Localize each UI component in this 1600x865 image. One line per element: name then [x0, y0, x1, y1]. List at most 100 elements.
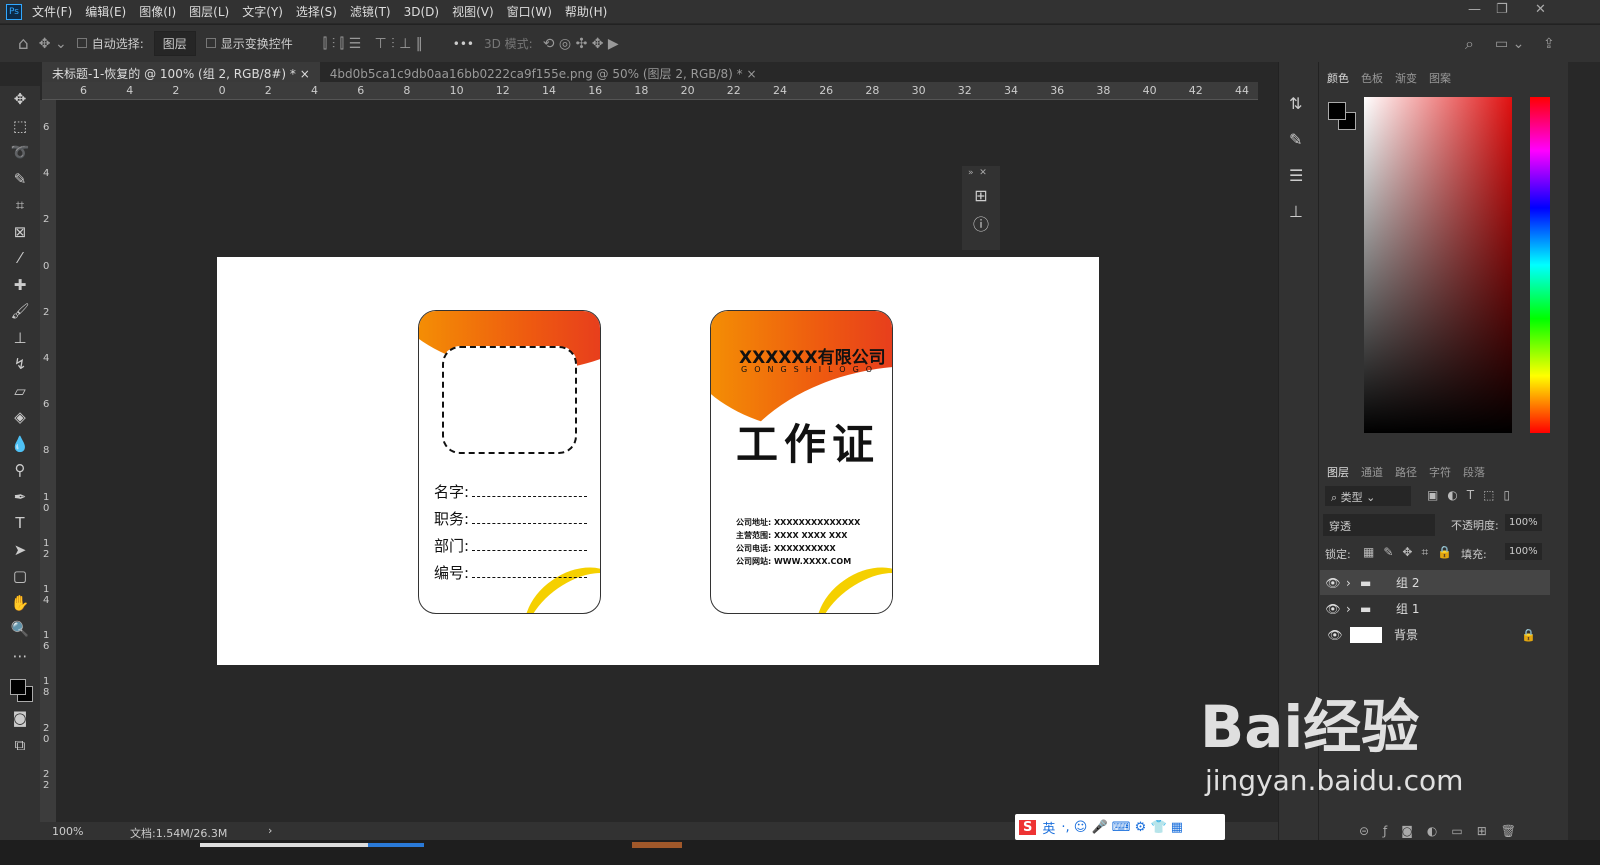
color-panel-tabs: 颜色 色板 渐变 图案	[1319, 62, 1568, 94]
search-icon[interactable]: ⌕	[1465, 34, 1474, 54]
close-tab-icon[interactable]: ×	[747, 67, 757, 81]
menu-select[interactable]: 选择(S)	[296, 3, 337, 20]
hue-slider[interactable]	[1530, 97, 1550, 433]
screen-mode-icon[interactable]: ⧉	[15, 732, 26, 759]
auto-select-checkbox[interactable]: 自动选择:	[76, 35, 144, 52]
foreground-color-swatch[interactable]	[1328, 102, 1346, 120]
document-canvas[interactable]: 名字: 职务: 部门: 编号: XXXXXX有限公司 GONGSHILOGO 工…	[217, 257, 1099, 665]
zoom-level[interactable]: 100%	[52, 825, 83, 838]
menu-edit[interactable]: 编辑(E)	[85, 3, 126, 20]
visibility-eye-icon[interactable]: 👁	[1320, 602, 1346, 616]
status-arrow-icon[interactable]: ›	[268, 824, 272, 837]
layer-row[interactable]: 👁 › ▬ 组 1	[1320, 596, 1550, 621]
home-icon[interactable]: ⌂	[18, 34, 29, 54]
tab-document-2[interactable]: 4bd0b5ca1c9db0aa16bb0222ca9f155e.png @ 5…	[320, 62, 767, 82]
menu-image[interactable]: 图像(I)	[139, 3, 176, 20]
align-icons[interactable]: ⫿ ⫶ ⫿ ☰ ⊤ ⫶ ⊥ ‖	[323, 36, 423, 52]
tab-document-1[interactable]: 未标题-1-恢复的 @ 100% (组 2, RGB/8#) * ×	[42, 62, 320, 82]
blur-tool-icon[interactable]: 💧	[11, 431, 30, 458]
fill-input[interactable]: 100%	[1505, 543, 1542, 560]
zoom-tool-icon[interactable]: 🔍	[11, 616, 30, 643]
tab-channels[interactable]: 通道	[1361, 464, 1383, 480]
hand-tool-icon[interactable]: ✋	[11, 590, 30, 617]
type-tool-icon[interactable]: T	[15, 510, 24, 537]
menu-3d[interactable]: 3D(D)	[404, 5, 439, 19]
ime-tool-icons[interactable]: ·, ☺ 🎤 ⌨ ⚙ 👕 ▦	[1061, 820, 1183, 835]
quick-mask-icon[interactable]: ◙	[13, 705, 28, 732]
tab-character[interactable]: 字符	[1429, 464, 1451, 480]
menu-type[interactable]: 文字(Y)	[242, 3, 283, 20]
eyedropper-tool-icon[interactable]: ⁄	[19, 245, 22, 272]
tab-color[interactable]: 颜色	[1327, 70, 1349, 86]
menu-window[interactable]: 窗口(W)	[507, 3, 552, 20]
frame-tool-icon[interactable]: ⊠	[14, 219, 27, 246]
menu-layer[interactable]: 图层(L)	[189, 3, 229, 20]
layer-row[interactable]: 👁 › ▬ 组 2	[1320, 570, 1550, 595]
path-select-icon[interactable]: ➤	[14, 537, 27, 564]
foreground-color[interactable]	[10, 679, 26, 695]
ime-toolbar[interactable]: S 英 ·, ☺ 🎤 ⌨ ⚙ 👕 ▦	[1015, 814, 1225, 840]
stamp-tool-icon[interactable]: ⊥	[13, 325, 26, 352]
lasso-tool-icon[interactable]: ➰	[11, 139, 30, 166]
layer-select-dropdown[interactable]: 图层	[153, 31, 196, 56]
ruler-tick-label: 18	[634, 84, 649, 97]
badge-front: 名字: 职务: 部门: 编号:	[418, 310, 601, 614]
layer-filter-icons[interactable]: ▣◐T⬚▯	[1427, 488, 1519, 502]
menu-file[interactable]: 文件(F)	[32, 3, 72, 20]
libraries-icon[interactable]: ⊞	[962, 186, 1000, 205]
pen-tool-icon[interactable]: ✒	[14, 484, 27, 511]
close-icon[interactable]: ✕	[1535, 2, 1546, 17]
expand-chevron-icon[interactable]: ›	[1346, 602, 1360, 616]
shape-tool-icon[interactable]: ▢	[13, 563, 27, 590]
visibility-eye-icon[interactable]: 👁	[1320, 576, 1346, 590]
menu-help[interactable]: 帮助(H)	[565, 3, 607, 20]
adjustments-icon[interactable]: ☰	[1289, 158, 1318, 194]
share-icon[interactable]: ⇪	[1543, 36, 1555, 52]
tab-layers[interactable]: 图层	[1327, 464, 1349, 480]
show-transform-checkbox[interactable]: 显示变换控件	[205, 35, 293, 52]
layer-row[interactable]: 👁 背景 🔒	[1320, 622, 1550, 647]
quick-select-tool-icon[interactable]: ✎	[14, 166, 27, 193]
move-tool-icon[interactable]: ✥	[14, 86, 27, 113]
color-picker-field[interactable]	[1364, 97, 1512, 433]
lock-icons[interactable]: ▦✎✥⌗🔒	[1363, 545, 1461, 560]
eraser-tool-icon[interactable]: ▱	[14, 378, 26, 405]
layer-actions[interactable]: ⊝ƒ◙◐▭⊞🗑	[1359, 824, 1530, 838]
workspace-icon[interactable]: ▭ ⌄	[1495, 36, 1524, 52]
close-panel-icon[interactable]: » ✕	[962, 166, 1000, 180]
marquee-tool-icon[interactable]: ⬚	[13, 113, 27, 140]
opacity-input[interactable]: 100%	[1505, 514, 1542, 531]
crop-tool-icon[interactable]: ⌗	[16, 192, 24, 219]
history-icon[interactable]: ⇅	[1289, 86, 1318, 122]
tab-paths[interactable]: 路径	[1395, 464, 1417, 480]
paint-bucket-icon[interactable]: ◈	[14, 404, 26, 431]
visibility-eye-icon[interactable]: 👁	[1320, 628, 1350, 642]
healing-tool-icon[interactable]: ✚	[14, 272, 27, 299]
3d-tools-icons[interactable]: ⟲ ◎ ✣ ✥ ▶	[543, 36, 619, 52]
ruler-tick-label: 18	[43, 676, 50, 699]
menu-view[interactable]: 视图(V)	[452, 3, 494, 20]
tab-patterns[interactable]: 图案	[1429, 70, 1451, 86]
info-icon[interactable]: ⓘ	[962, 211, 1000, 235]
more-tools-icon[interactable]: ⋯	[13, 643, 28, 670]
restore-icon[interactable]: ❐	[1496, 2, 1508, 17]
history-brush-icon[interactable]: ↯	[14, 351, 27, 378]
ime-language[interactable]: 英	[1042, 818, 1055, 837]
tab-paragraph[interactable]: 段落	[1463, 464, 1485, 480]
brush-tool-icon[interactable]: 🖌	[10, 298, 29, 325]
expand-chevron-icon[interactable]: ›	[1346, 576, 1360, 590]
menu-filter[interactable]: 滤镜(T)	[350, 3, 391, 20]
more-options-button[interactable]: •••	[453, 37, 474, 51]
color-swatches[interactable]	[5, 669, 35, 705]
blend-mode-dropdown[interactable]: 穿透	[1323, 514, 1435, 536]
close-tab-icon[interactable]: ×	[300, 67, 310, 81]
layer-filter-dropdown[interactable]: ⌕ 类型 ⌄	[1325, 486, 1411, 506]
clone-source-icon[interactable]: ⊥	[1289, 194, 1318, 230]
minimize-icon[interactable]: —	[1468, 2, 1481, 17]
move-tool-icon[interactable]: ✥ ⌄	[39, 36, 67, 52]
layer-name: 组 1	[1396, 602, 1420, 616]
tab-gradients[interactable]: 渐变	[1395, 70, 1417, 86]
tab-swatches[interactable]: 色板	[1361, 70, 1383, 86]
brush-settings-icon[interactable]: ✎	[1289, 122, 1318, 158]
dodge-tool-icon[interactable]: ⚲	[15, 457, 26, 484]
